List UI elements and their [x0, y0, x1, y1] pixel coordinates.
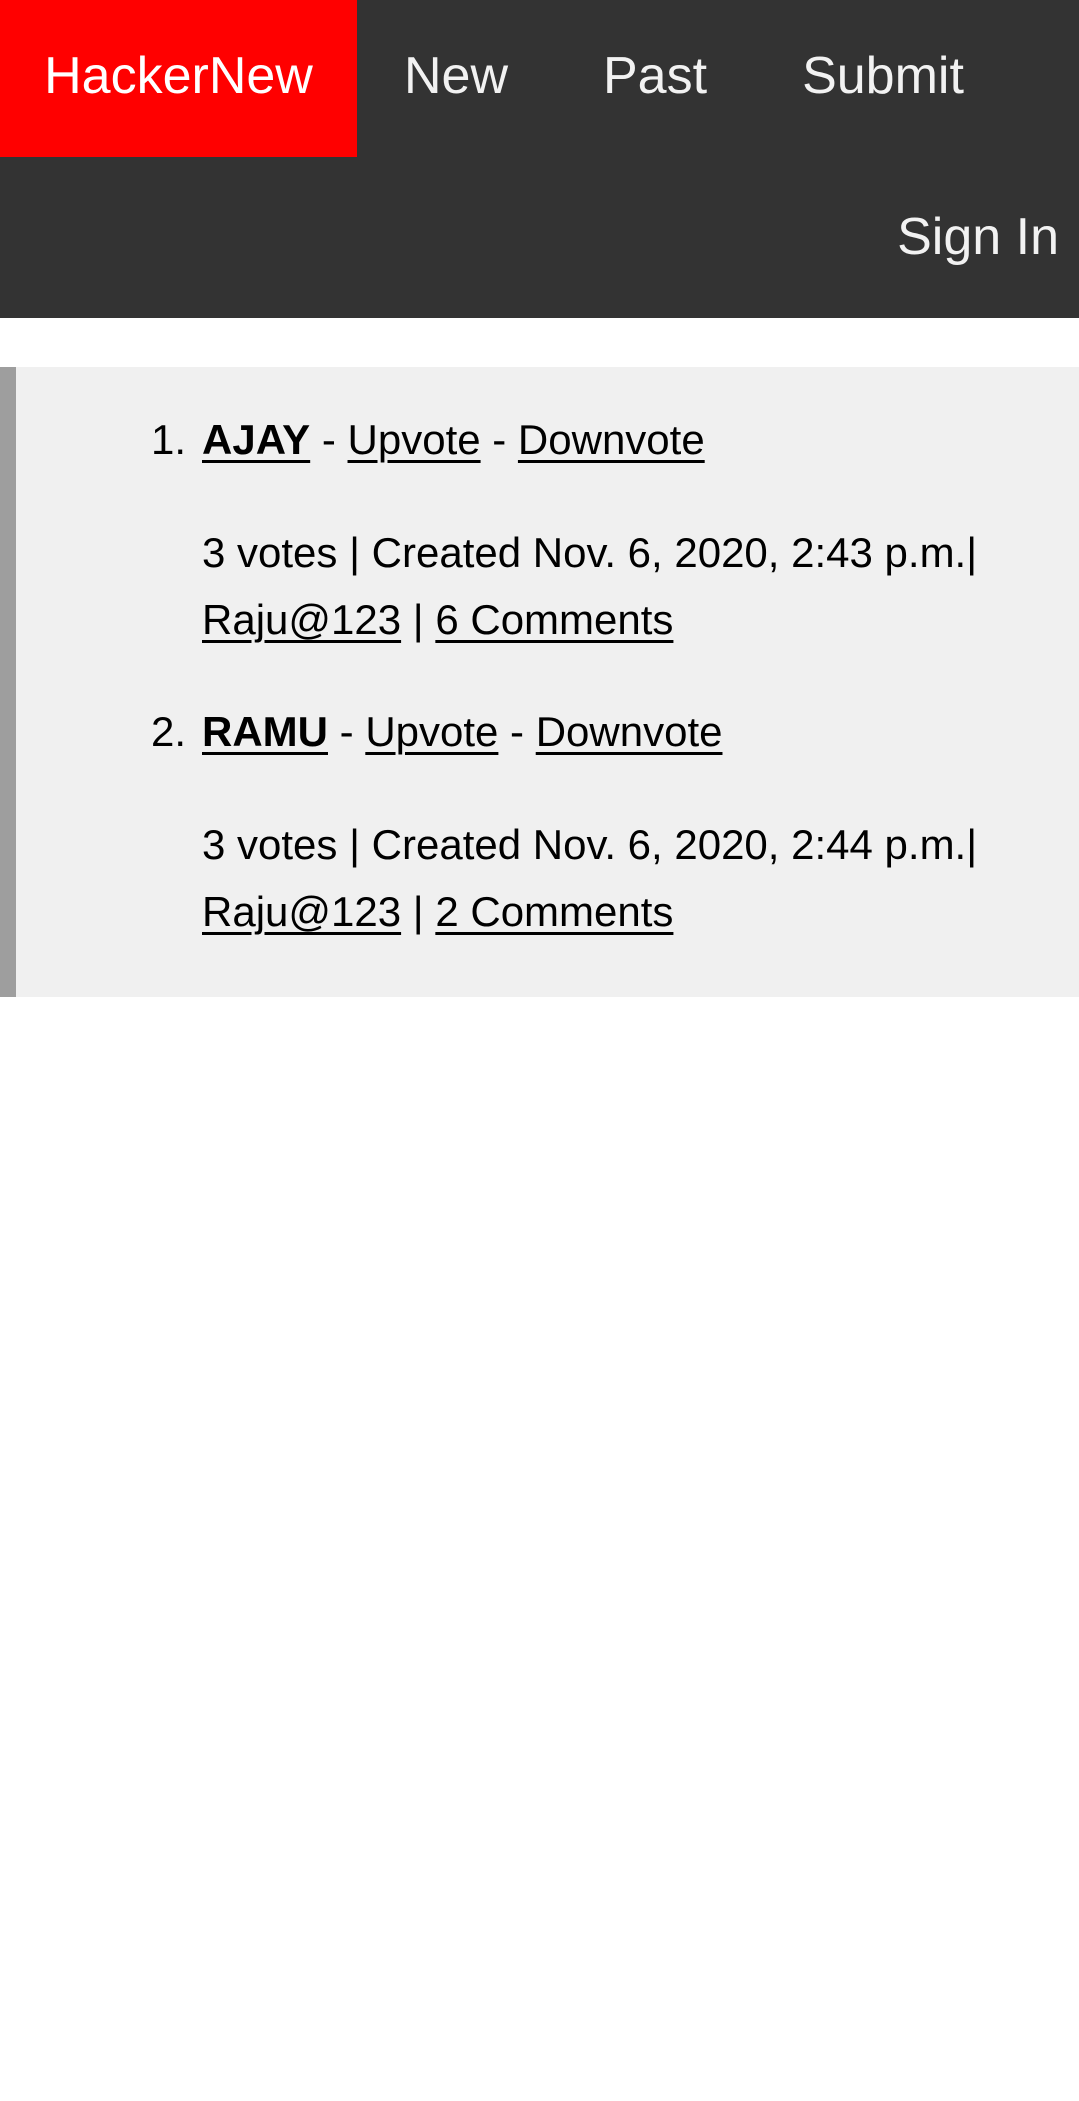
story-title-line: AJAY - Upvote - Downvote — [202, 412, 705, 468]
story-meta-text: 3 votes | Created Nov. 6, 2020, 2:44 p.m… — [202, 821, 978, 868]
nav-submit-link[interactable]: Submit — [755, 0, 1011, 157]
upvote-link[interactable]: Upvote — [348, 416, 481, 463]
separator-dash: - — [310, 416, 348, 463]
separator-dash: - — [480, 416, 518, 463]
separator-pipe: | — [401, 888, 436, 935]
story-meta-links: Raju@123 | 6 Comments — [202, 592, 673, 648]
separator-pipe: | — [401, 596, 436, 643]
downvote-link[interactable]: Downvote — [518, 416, 705, 463]
upvote-link[interactable]: Upvote — [365, 708, 498, 755]
story-title-line: RAMU - Upvote - Downvote — [202, 704, 722, 760]
top-navigation-bar: HackerNew New Past Submit Sign In — [0, 0, 1079, 318]
story-number: 1. — [150, 416, 186, 463]
story-title-link[interactable]: AJAY — [202, 416, 310, 463]
stories-panel: 1. AJAY - Upvote - Downvote 3 votes | Cr… — [0, 367, 1079, 997]
author-link[interactable]: Raju@123 — [202, 888, 401, 935]
nav-new-link[interactable]: New — [357, 0, 555, 157]
story-meta-text: 3 votes | Created Nov. 6, 2020, 2:43 p.m… — [202, 529, 978, 576]
separator-dash: - — [498, 708, 536, 755]
author-link[interactable]: Raju@123 — [202, 596, 401, 643]
story-number: 2. — [150, 708, 186, 755]
nav-brand-link[interactable]: HackerNew — [0, 0, 357, 157]
nav-past-link[interactable]: Past — [555, 0, 755, 157]
story-title-link[interactable]: RAMU — [202, 708, 328, 755]
separator-dash: - — [327, 708, 366, 755]
comments-link[interactable]: 6 Comments — [435, 596, 673, 643]
comments-link[interactable]: 2 Comments — [435, 888, 673, 935]
story-meta-links: Raju@123 | 2 Comments — [202, 884, 673, 940]
nav-sign-in-link[interactable]: Sign In — [897, 161, 1059, 318]
downvote-link[interactable]: Downvote — [536, 708, 723, 755]
